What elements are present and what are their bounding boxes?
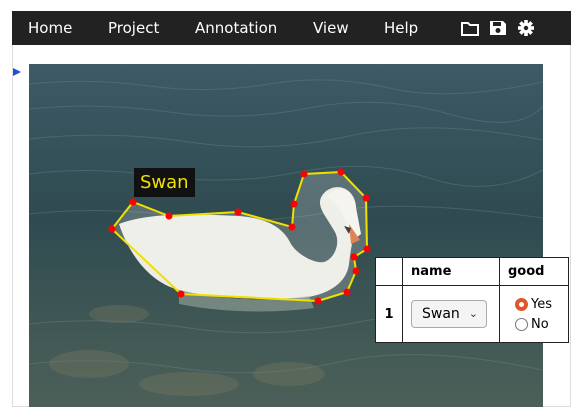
column-header-id [375, 257, 403, 286]
save-icon[interactable] [489, 20, 507, 36]
menu-bar: Home Project Annotation View Help [12, 11, 571, 45]
name-select[interactable]: Swan ⌄ [411, 300, 487, 328]
folder-icon[interactable] [461, 20, 479, 36]
radio-selected-icon[interactable] [515, 297, 528, 311]
attribute-table: name good 1 Swan ⌄ Yes No [375, 257, 569, 343]
name-select-value: Swan [422, 306, 460, 322]
image-canvas[interactable] [29, 64, 543, 407]
menu-annotation[interactable]: Annotation [195, 11, 277, 45]
annotated-image[interactable] [29, 64, 543, 407]
menu-help[interactable]: Help [384, 11, 418, 45]
gear-icon[interactable] [517, 20, 535, 36]
row-id: 1 [375, 285, 403, 343]
good-option-no-label: No [531, 316, 549, 332]
region-label[interactable]: Swan [134, 168, 195, 197]
radio-unselected-icon[interactable] [515, 317, 528, 331]
menu-home[interactable]: Home [28, 11, 72, 45]
panel-toggle-arrow-icon[interactable] [13, 68, 21, 76]
column-header-name: name [402, 257, 500, 286]
chevron-down-icon: ⌄ [468, 307, 478, 320]
menu-project[interactable]: Project [108, 11, 159, 45]
good-option-no[interactable]: No [515, 314, 568, 334]
column-header-good: good [499, 257, 569, 286]
good-option-yes[interactable]: Yes [515, 294, 568, 314]
menu-view[interactable]: View [313, 11, 349, 45]
good-option-yes-label: Yes [531, 296, 552, 312]
